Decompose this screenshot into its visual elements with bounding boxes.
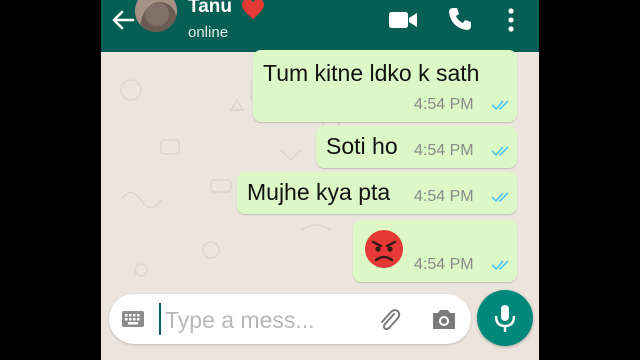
- phone-call-icon[interactable]: [447, 6, 473, 32]
- avatar-image: [135, 0, 177, 32]
- message-composer: [109, 294, 471, 344]
- message-time: 4:54 PM: [414, 96, 474, 113]
- more-options-icon[interactable]: [503, 6, 519, 34]
- message-input[interactable]: [163, 300, 367, 340]
- read-ticks-icon: [491, 192, 509, 203]
- back-arrow-icon[interactable]: [109, 6, 137, 34]
- chat-screen: Tanu online Tum kitne ldko k sath 4:54 P…: [101, 0, 539, 360]
- message-bubble[interactable]: Soti ho 4:54 PM: [316, 126, 517, 168]
- video-call-icon[interactable]: [388, 9, 418, 31]
- message-text: Soti ho: [326, 133, 398, 159]
- microphone-button[interactable]: [477, 290, 533, 346]
- message-text: Mujhe kya pta: [247, 179, 391, 205]
- read-ticks-icon: [491, 260, 509, 271]
- text-cursor: [159, 303, 161, 335]
- message-time: 4:54 PM: [414, 188, 474, 205]
- avatar[interactable]: [135, 0, 177, 32]
- red-heart-icon: [242, 0, 264, 19]
- message-bubble[interactable]: Tum kitne ldko k sath 4:54 PM: [253, 50, 517, 122]
- read-ticks-icon: [491, 146, 509, 157]
- microphone-icon: [494, 305, 516, 332]
- angry-face-icon: [365, 230, 403, 268]
- message-bubble[interactable]: 4:54 PM: [353, 220, 517, 282]
- read-ticks-icon: [491, 100, 509, 111]
- message-time: 4:54 PM: [414, 256, 474, 273]
- message-time: 4:54 PM: [414, 142, 474, 159]
- chat-header: Tanu online: [101, 0, 539, 52]
- online-status: online: [188, 24, 229, 41]
- message-text: Tum kitne ldko k sath: [263, 60, 480, 86]
- keyboard-icon[interactable]: [121, 309, 145, 329]
- camera-icon[interactable]: [431, 307, 457, 331]
- contact-name[interactable]: Tanu: [188, 0, 232, 18]
- attachment-icon[interactable]: [375, 306, 403, 334]
- message-bubble[interactable]: Mujhe kya pta 4:54 PM: [237, 172, 517, 214]
